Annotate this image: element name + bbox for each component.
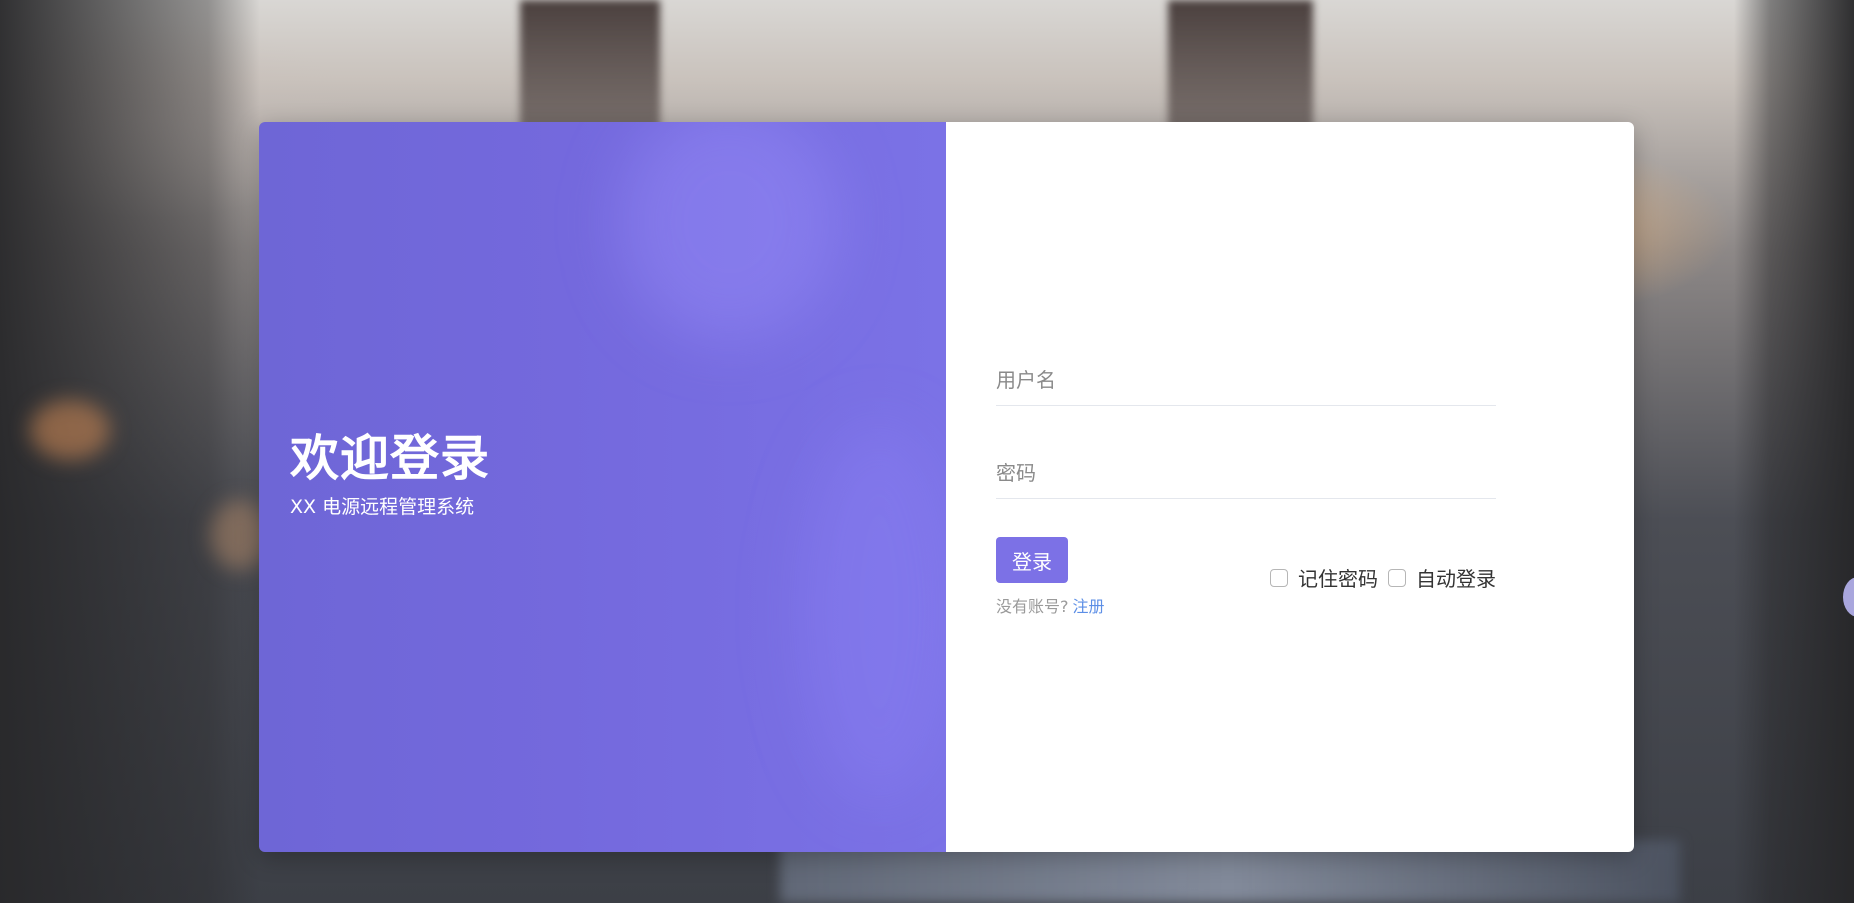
login-options: 记住密码 自动登录 [1270, 563, 1496, 592]
remember-password-label: 记住密码 [1298, 567, 1378, 591]
welcome-title: 欢迎登录 [290, 430, 491, 487]
auto-login-checkbox[interactable] [1388, 568, 1406, 587]
register-prompt: 没有账号? 注册 [996, 593, 1105, 617]
username-input[interactable] [996, 365, 1496, 395]
no-account-text: 没有账号? [996, 597, 1069, 616]
form-actions: 登录 没有账号? 注册 记住密码 自动登录 [996, 537, 1496, 617]
remember-password-option[interactable]: 记住密码 [1270, 563, 1378, 592]
auto-login-option[interactable]: 自动登录 [1388, 563, 1496, 592]
login-button[interactable]: 登录 [996, 537, 1068, 583]
panel-sheen [619, 122, 839, 342]
background-light [30, 400, 110, 460]
register-link[interactable]: 注册 [1073, 597, 1105, 616]
panel-sheen [799, 422, 946, 802]
login-form: 登录 没有账号?注册 记住密码 自动登录 [996, 347, 1496, 617]
login-card: 欢迎登录 XX 电源远程管理系统 登录 没有账号?注册 记住密码 [259, 122, 1634, 852]
background-shadow [1734, 0, 1854, 903]
password-field [996, 440, 1496, 499]
remember-password-checkbox[interactable] [1270, 568, 1288, 587]
login-form-panel: 登录 没有账号?注册 记住密码 自动登录 [946, 122, 1634, 852]
password-input[interactable] [996, 458, 1496, 488]
username-field [996, 347, 1496, 406]
background-shadow [0, 0, 260, 903]
auto-login-label: 自动登录 [1416, 567, 1496, 591]
welcome-block: 欢迎登录 XX 电源远程管理系统 [290, 429, 490, 521]
welcome-panel: 欢迎登录 XX 电源远程管理系统 [259, 122, 946, 852]
system-name: XX 电源远程管理系统 [290, 496, 475, 518]
